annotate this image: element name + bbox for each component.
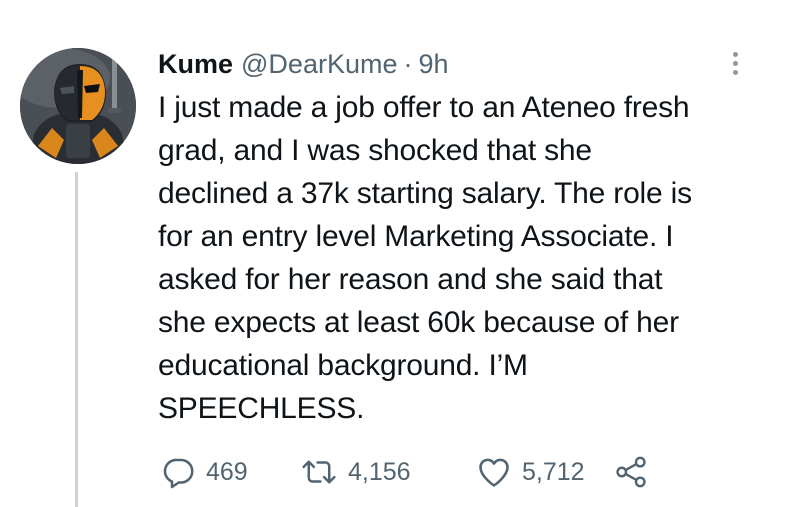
tweet-text-line: declined a 37k starting salary. The role… [158, 177, 692, 210]
like-count: 5,712 [522, 457, 585, 486]
like-button[interactable]: 5,712 [476, 454, 614, 490]
tweet-text-line: for an entry level Marketing Associate. … [158, 220, 674, 253]
tweet-text-line: asked for her reason and she said that [158, 263, 663, 296]
reply-button[interactable]: 469 [160, 454, 300, 490]
tweet-text-line: I just made a job offer to an Ateneo fre… [158, 91, 690, 124]
tweet-text-line: grad, and I was shocked that she [158, 134, 592, 167]
masked-mercenary-avatar-icon [20, 48, 136, 164]
tweet-time[interactable]: 9h [418, 46, 448, 82]
tweet-actions: 469 4,156 5,712 [160, 454, 648, 490]
share-button[interactable] [614, 455, 648, 489]
retweet-count: 4,156 [348, 457, 411, 486]
tweet[interactable]: Kume @DearKume · 9h I just made a job of… [0, 0, 786, 507]
more-options-icon[interactable] [724, 46, 746, 80]
author-name[interactable]: Kume [158, 46, 233, 82]
tweet-text-line: she expects at least 60k because of her [158, 306, 679, 339]
retweet-button[interactable]: 4,156 [300, 454, 476, 490]
reply-count: 469 [206, 457, 248, 486]
author-handle[interactable]: @DearKume [241, 46, 397, 82]
tweet-text-line: educational background. I’M [158, 349, 528, 382]
avatar[interactable] [20, 48, 136, 164]
tweet-text-line: SPEECHLESS. [158, 392, 365, 425]
retweet-icon [302, 460, 336, 484]
thread-line [75, 172, 78, 507]
tweet-text: I just made a job offer to an Ateneo fre… [158, 86, 764, 430]
share-icon [616, 456, 646, 488]
tweet-header: Kume @DearKume · 9h [158, 46, 449, 82]
header-separator: · [403, 49, 413, 79]
reply-icon [163, 458, 194, 489]
heart-icon [479, 458, 509, 487]
